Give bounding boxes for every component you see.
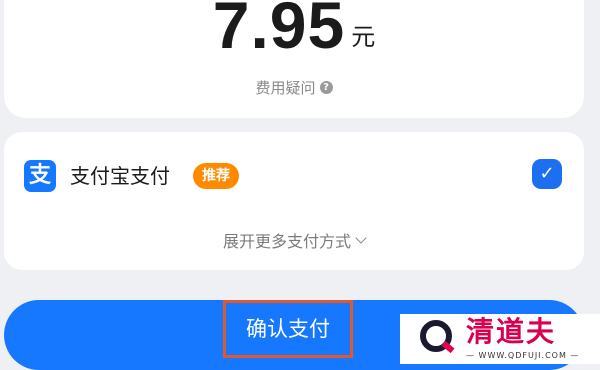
payment-method-card: 支 支付宝支付 推荐 ✓ 展开更多支付方式 — [4, 132, 584, 270]
watermark-logo-icon — [420, 320, 452, 352]
confirm-payment-label[interactable]: 确认支付 — [223, 300, 353, 358]
currency-unit: 元 — [351, 23, 376, 51]
watermark-title: 清道夫 — [466, 315, 557, 348]
watermark-url: — WWW.QDFUJI.COM — — [466, 351, 580, 360]
payment-amount: 7.95 — [212, 0, 346, 62]
checkbox-checked-icon[interactable]: ✓ — [532, 159, 562, 189]
expand-more-methods-button[interactable]: 展开更多支付方式 — [4, 228, 584, 252]
fee-question-link[interactable]: 费用疑问 ? — [4, 77, 584, 98]
watermark: 清道夫 — WWW.QDFUJI.COM — — [400, 314, 600, 364]
recommended-badge: 推荐 — [193, 163, 239, 189]
fee-question-label: 费用疑问 — [255, 79, 316, 97]
payment-method-label[interactable]: 支付宝支付 — [70, 162, 170, 190]
question-circle-icon: ? — [319, 81, 333, 94]
amount-row: 7.95 元 — [4, 0, 584, 58]
expand-more-methods-label: 展开更多支付方式 — [222, 232, 351, 251]
chevron-down-icon — [355, 232, 367, 244]
alipay-logo-icon: 支 — [24, 160, 56, 192]
amount-card: 7.95 元 费用疑问 ? — [4, 0, 584, 118]
